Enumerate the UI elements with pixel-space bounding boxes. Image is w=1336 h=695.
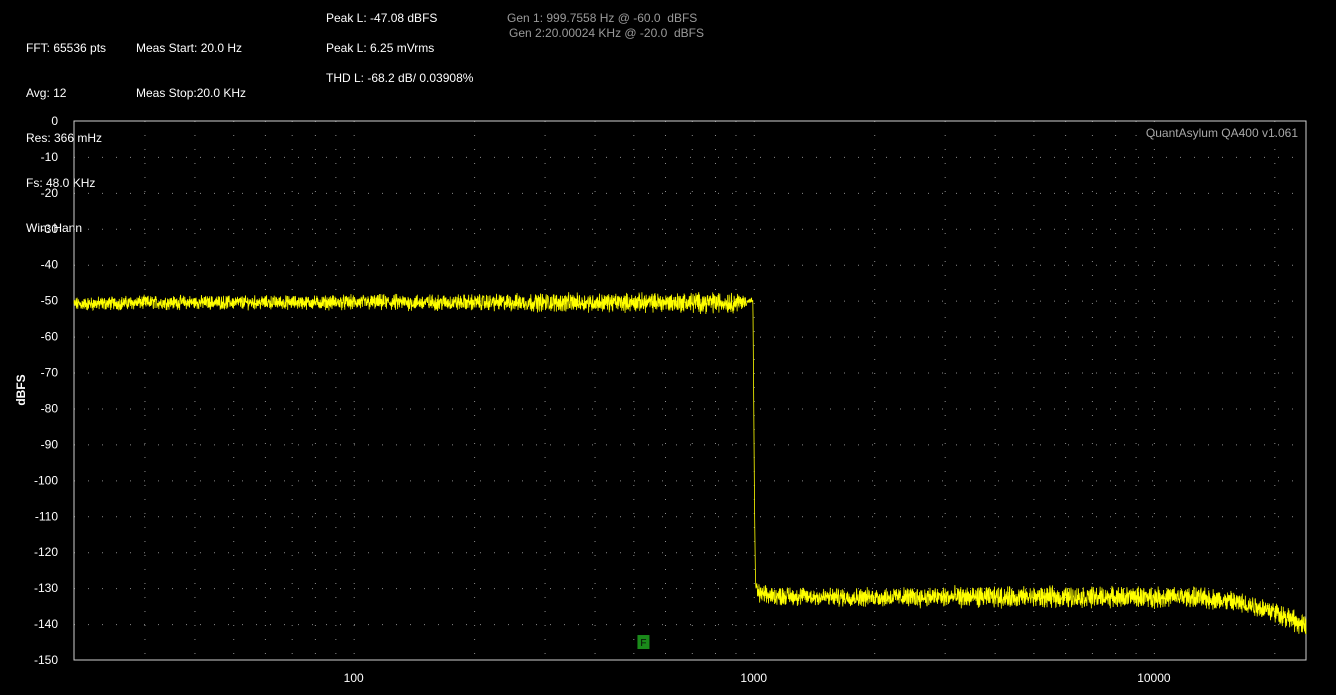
y-tick-label: -10	[41, 150, 59, 164]
y-tick-label: -150	[34, 653, 58, 667]
x-tick-labels: 100 1000 10000	[344, 671, 1171, 685]
y-tick-labels: 0 -10 -20 -30 -40 -50 -60 -70 -80 -90 -100 -110 -120…	[34, 114, 58, 667]
spectrum-plot: 0 -10 -20 -30 -40 -50 -60 -70 -80 -90 -100 -110 -120…	[34, 114, 1307, 685]
y-tick-label: -60	[41, 330, 59, 344]
spectrum-trace	[73, 292, 1307, 635]
y-tick-label: -40	[41, 258, 59, 272]
grid	[74, 121, 1306, 660]
y-tick-label: -70	[41, 366, 59, 380]
y-tick-label: -120	[34, 545, 58, 559]
y-tick-label: -90	[41, 437, 59, 451]
y-tick-label: -100	[34, 473, 58, 487]
plot-frame	[73, 120, 1307, 661]
x-tick-label: 1000	[740, 671, 767, 685]
marker-label: F	[640, 638, 646, 649]
y-tick-label: -20	[41, 186, 59, 200]
y-tick-label: 0	[51, 114, 58, 128]
y-tick-label: -50	[41, 294, 59, 308]
x-tick-label: 10000	[1137, 671, 1171, 685]
x-tick-label: 100	[344, 671, 364, 685]
y-tick-label: -80	[41, 401, 59, 415]
y-tick-label: -140	[34, 617, 58, 631]
y-tick-label: -130	[34, 581, 58, 595]
marker: F	[637, 635, 650, 650]
y-tick-label: -30	[41, 222, 59, 236]
watermark: QuantAsylum QA400 v1.061	[1146, 126, 1298, 140]
y-tick-label: -110	[35, 509, 58, 523]
